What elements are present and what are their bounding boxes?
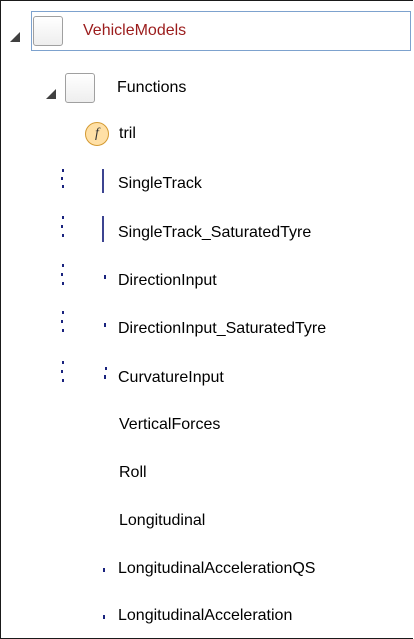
dot-glyph-icon (103, 568, 105, 572)
dots-glyph-icon (61, 264, 106, 285)
tree-item-directioninput-saturatedtyre[interactable]: DirectionInput_SaturatedTyre (118, 319, 326, 339)
dots-glyph-icon (61, 169, 104, 193)
tree-item-singletrack-saturatedtyre[interactable]: SingleTrack_SaturatedTyre (118, 223, 311, 243)
tree-node-functions[interactable]: Functions (117, 78, 186, 98)
dot-glyph-icon (103, 615, 105, 619)
function-icon: f (85, 122, 109, 146)
tree-item-verticalforces[interactable]: VerticalForces (119, 415, 220, 435)
tree-item-tril[interactable]: tril (119, 124, 136, 144)
tree-item-singletrack[interactable]: SingleTrack (118, 174, 202, 194)
tree-item-longitudinalacceleration[interactable]: LongitudinalAcceleration (118, 606, 292, 626)
tree-view: VehicleModels Functions f tril SingleTra… (0, 0, 413, 639)
tree-item-roll[interactable]: Roll (119, 463, 147, 483)
node-box-icon[interactable] (33, 16, 63, 46)
tree-item-curvatureinput[interactable]: CurvatureInput (118, 368, 224, 388)
tree-item-longitudinal[interactable]: Longitudinal (119, 511, 205, 531)
expand-collapse-icon[interactable] (46, 89, 56, 99)
dots-glyph-icon (61, 361, 107, 382)
expand-collapse-icon[interactable] (10, 32, 20, 42)
node-box-icon[interactable] (65, 73, 95, 103)
tree-node-root[interactable]: VehicleModels (83, 21, 186, 41)
tree-item-longitudinalaccelerationqs[interactable]: LongitudinalAccelerationQS (118, 559, 315, 579)
dots-glyph-icon (61, 216, 104, 242)
tree-item-directioninput[interactable]: DirectionInput (118, 271, 217, 291)
dots-glyph-icon (61, 311, 106, 332)
